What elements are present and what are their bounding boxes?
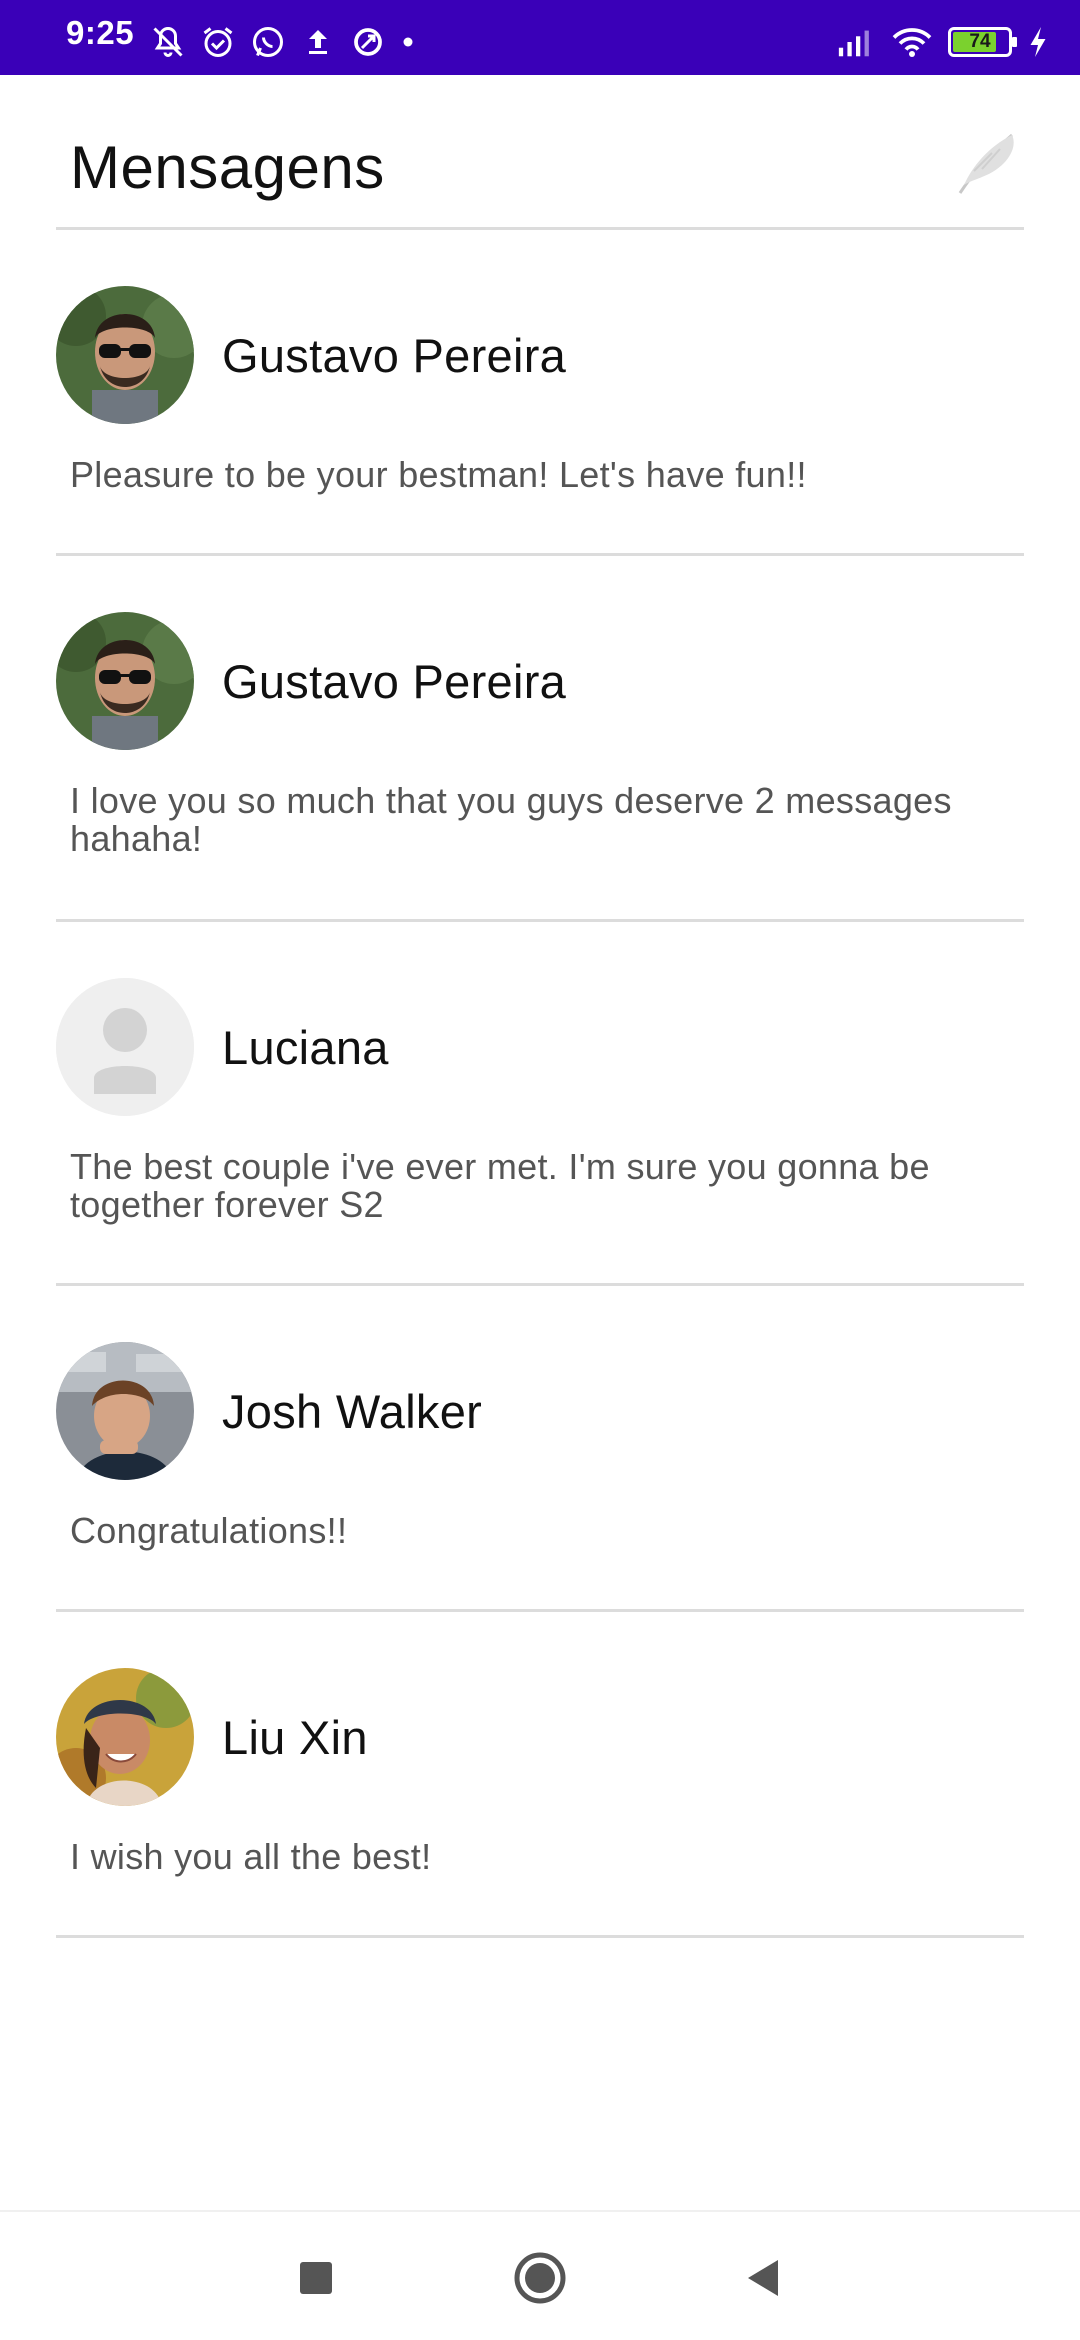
whatsapp-icon — [253, 27, 283, 57]
charging-icon — [1030, 27, 1046, 57]
avatar-placeholder — [56, 978, 194, 1116]
signal-icon — [838, 30, 869, 57]
upload-icon — [309, 30, 327, 54]
avatar — [56, 1668, 194, 1806]
navigation-bar — [0, 2210, 1080, 2340]
status-bar: 9:25 74 — [0, 0, 1080, 75]
screen: 9:25 74 Mensagens Gustavo Pereira Pleasu… — [0, 0, 1080, 2340]
sync-icon — [354, 28, 382, 56]
avatar — [56, 612, 194, 750]
header: Mensagens — [56, 75, 1024, 230]
sender-name: Liu Xin — [222, 1711, 368, 1764]
alarm-icon — [203, 27, 233, 57]
feather-icon[interactable] — [952, 127, 1024, 199]
message-item[interactable]: Gustavo Pereira I love you so much that … — [56, 556, 1024, 922]
battery-icon: 74 — [948, 27, 1017, 57]
battery-level: 74 — [969, 31, 991, 52]
dot-icon — [403, 37, 413, 47]
page-title: Mensagens — [70, 134, 385, 201]
message-item[interactable]: Luciana The best couple i've ever met. I… — [56, 922, 1024, 1286]
sender-name: Gustavo Pereira — [222, 655, 567, 708]
status-icons-right: 74 — [836, 24, 1050, 60]
message-text: I wish you all the best! — [70, 1836, 432, 1877]
wifi-icon — [892, 28, 932, 57]
message-text: Congratulations!! — [70, 1510, 348, 1551]
status-time: 9:25 — [66, 14, 135, 51]
back-icon[interactable] — [734, 2248, 794, 2308]
message-item[interactable]: Josh Walker Congratulations!! — [56, 1286, 1024, 1612]
notifications-off-icon — [153, 26, 183, 57]
status-icons-left — [150, 26, 416, 58]
sender-name: Gustavo Pereira — [222, 329, 567, 382]
message-item[interactable]: Gustavo Pereira Pleasure to be your best… — [56, 230, 1024, 556]
message-text: Pleasure to be your bestman! Let's have … — [70, 454, 807, 495]
message-item[interactable]: Liu Xin I wish you all the best! — [56, 1612, 1024, 1938]
avatar — [56, 286, 194, 424]
message-text: I love you so much that you guys deserve… — [70, 780, 952, 859]
sender-name: Josh Walker — [222, 1385, 483, 1438]
message-text: The best couple i've ever met. I'm sure … — [70, 1146, 930, 1225]
recents-icon[interactable] — [286, 2248, 346, 2308]
avatar — [56, 1342, 194, 1480]
home-icon[interactable] — [510, 2248, 570, 2308]
sender-name: Luciana — [222, 1021, 389, 1074]
